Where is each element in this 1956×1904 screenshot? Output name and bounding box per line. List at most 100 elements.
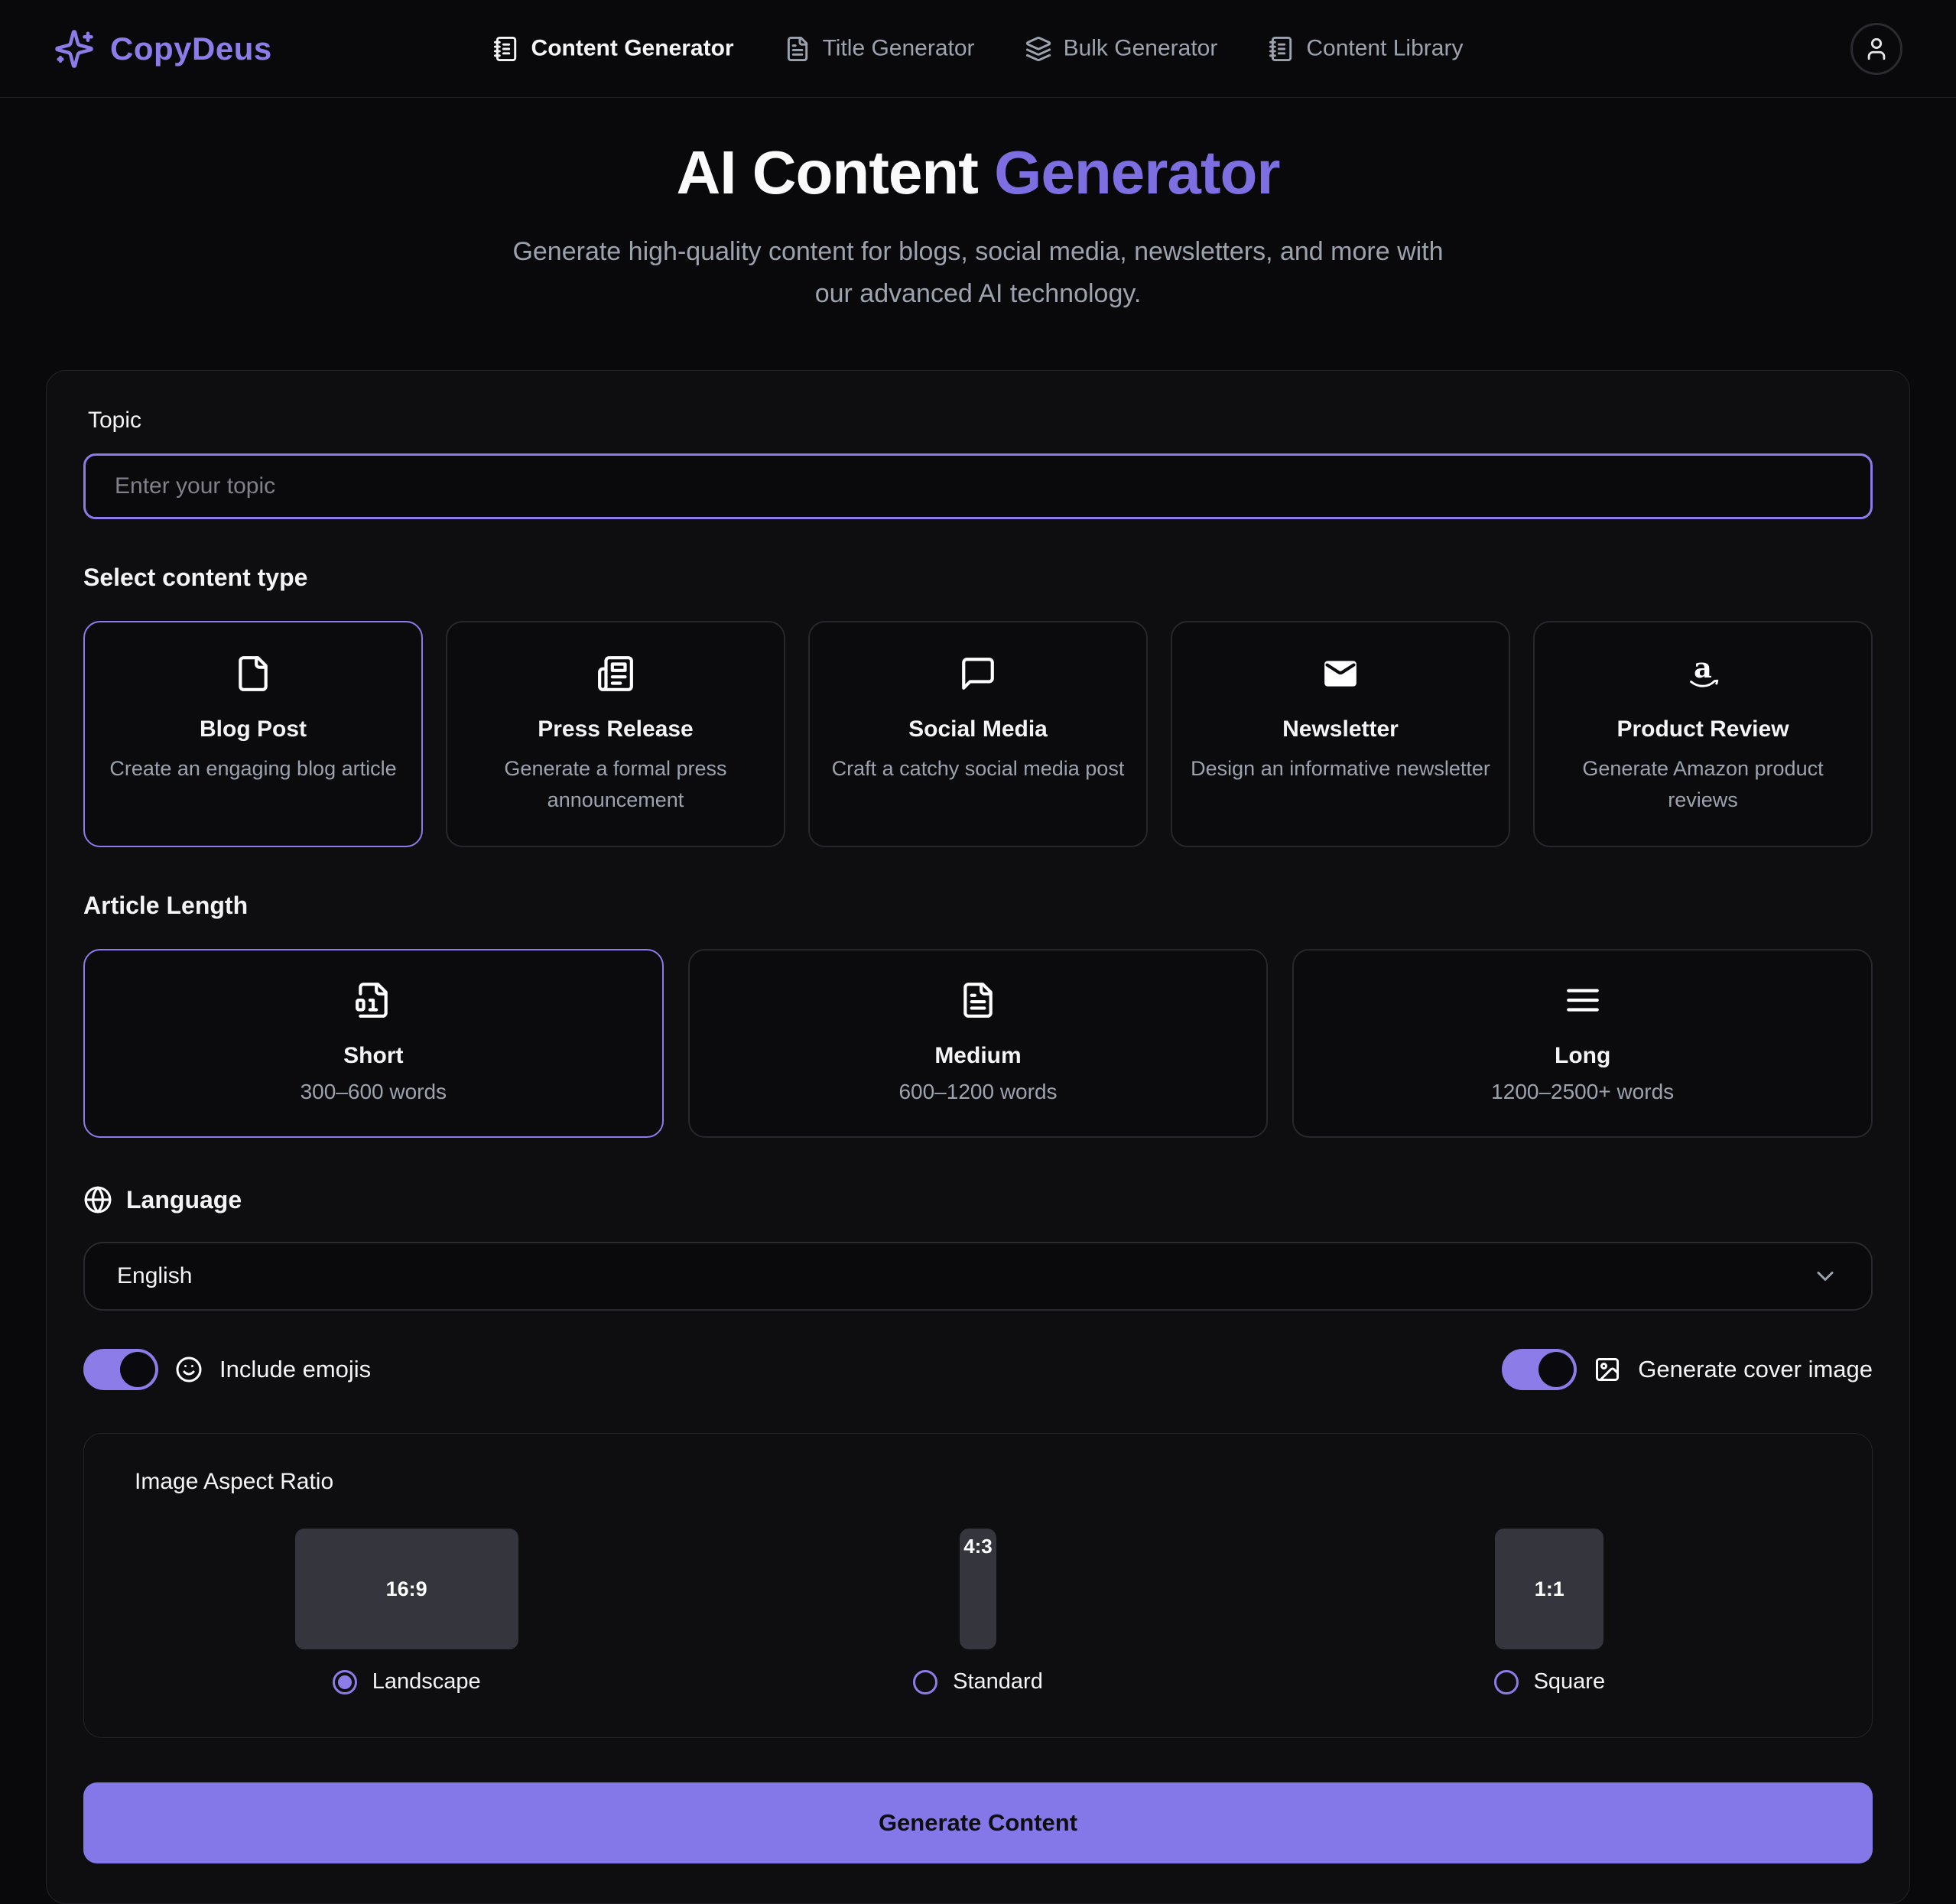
content-type-title: Social Media	[825, 716, 1131, 742]
sparkles-icon	[54, 28, 95, 70]
avatar-button[interactable]	[1850, 23, 1902, 75]
user-icon	[1863, 36, 1889, 62]
topic-label: Topic	[88, 408, 1873, 434]
language-selected-value: English	[117, 1263, 192, 1289]
aspect-radio-row-square[interactable]: Square	[1494, 1669, 1606, 1694]
aspect-option-landscape: 16:9 Landscape	[121, 1529, 692, 1694]
nav-item-content-library[interactable]: Content Library	[1268, 35, 1463, 62]
aspect-radio-row-standard[interactable]: Standard	[913, 1669, 1043, 1694]
aspect-ratio-label: Image Aspect Ratio	[135, 1469, 1835, 1495]
app-logo[interactable]: CopyDeus	[54, 28, 272, 70]
aspect-preview-16-9[interactable]: 16:9	[295, 1529, 518, 1649]
file-text-icon	[785, 35, 811, 62]
length-title: Long	[1309, 1043, 1856, 1069]
content-type-card-social-media[interactable]: Social Media Craft a catchy social media…	[808, 621, 1148, 847]
article-length-grid: Short 300–600 words Medium 600–1200 word…	[83, 949, 1873, 1138]
app-logo-text: CopyDeus	[110, 31, 272, 67]
layers-icon	[1025, 35, 1052, 62]
generator-form-panel: Topic Select content type Blog Post Crea…	[46, 370, 1910, 1904]
aspect-option-label: Square	[1534, 1669, 1606, 1694]
topic-input[interactable]	[83, 453, 1873, 519]
radio-icon[interactable]	[913, 1670, 937, 1694]
nav-item-bulk-generator[interactable]: Bulk Generator	[1025, 35, 1218, 62]
aspect-ratio-text: 1:1	[1535, 1577, 1564, 1601]
globe-icon	[83, 1185, 112, 1214]
file-digit-icon	[354, 981, 392, 1019]
aspect-option-standard: 4:3 Standard	[692, 1529, 1263, 1694]
nav-item-content-generator[interactable]: Content Generator	[493, 35, 734, 62]
length-words: 1200–2500+ words	[1309, 1080, 1856, 1104]
content-type-description: Generate Amazon product reviews	[1550, 753, 1856, 815]
aspect-ratio-grid: 16:9 Landscape 4:3 Standard 1:1	[121, 1529, 1835, 1694]
generate-cover-image-label: Generate cover image	[1638, 1356, 1873, 1383]
page-subtitle: Generate high-quality content for blogs,…	[0, 231, 1956, 315]
page-title: AI Content Generator	[0, 138, 1956, 208]
content-type-grid: Blog Post Create an engaging blog articl…	[83, 621, 1873, 847]
toggles-row: Include emojis Generate cover image	[83, 1349, 1873, 1390]
app-header: CopyDeus Content Generator Title Generat…	[0, 0, 1956, 98]
aspect-option-square: 1:1 Square	[1264, 1529, 1835, 1694]
aspect-preview-4-3[interactable]: 4:3	[960, 1529, 996, 1649]
mail-icon	[1321, 655, 1360, 693]
align-justify-icon	[1564, 981, 1602, 1019]
content-type-title: Product Review	[1550, 716, 1856, 742]
include-emojis-toggle[interactable]	[83, 1349, 158, 1390]
page-subtitle-line1: Generate high-quality content for blogs,…	[512, 237, 1443, 266]
length-card-medium[interactable]: Medium 600–1200 words	[688, 949, 1269, 1138]
length-words: 300–600 words	[100, 1080, 647, 1104]
notebook-icon	[493, 35, 520, 62]
content-type-title: Newsletter	[1188, 716, 1493, 742]
chevron-down-icon	[1811, 1262, 1839, 1290]
content-type-description: Design an informative newsletter	[1188, 753, 1493, 785]
file-icon	[234, 655, 272, 693]
hero-section: AI Content Generator Generate high-quali…	[0, 98, 1956, 315]
language-label-row: Language	[83, 1185, 1873, 1214]
radio-icon[interactable]	[333, 1670, 357, 1694]
language-select[interactable]: English	[83, 1242, 1873, 1311]
radio-icon[interactable]	[1494, 1670, 1519, 1694]
aspect-option-label: Standard	[953, 1669, 1043, 1694]
content-type-title: Press Release	[463, 716, 768, 742]
svg-text:a: a	[1694, 655, 1712, 684]
aspect-preview-1-1[interactable]: 1:1	[1495, 1529, 1603, 1649]
newspaper-icon	[596, 655, 635, 693]
content-type-description: Create an engaging blog article	[100, 753, 406, 785]
emojis-toggle-group: Include emojis	[83, 1349, 371, 1390]
aspect-radio-row-landscape[interactable]: Landscape	[333, 1669, 481, 1694]
nav-item-label: Bulk Generator	[1064, 36, 1218, 62]
content-type-description: Craft a catchy social media post	[825, 753, 1131, 785]
smile-icon	[175, 1356, 203, 1383]
content-type-card-blog-post[interactable]: Blog Post Create an engaging blog articl…	[83, 621, 423, 847]
content-type-description: Generate a formal press announcement	[463, 753, 768, 815]
content-type-card-product-review[interactable]: a Product Review Generate Amazon product…	[1533, 621, 1873, 847]
image-icon	[1594, 1356, 1621, 1383]
article-length-label: Article Length	[83, 892, 1873, 920]
notebook-icon	[1268, 35, 1295, 62]
content-type-title: Blog Post	[100, 716, 406, 742]
cover-image-toggle-group: Generate cover image	[1502, 1349, 1873, 1390]
aspect-ratio-text: 4:3	[963, 1535, 993, 1558]
length-card-short[interactable]: Short 300–600 words	[83, 949, 664, 1138]
nav-item-label: Content Library	[1306, 36, 1463, 62]
nav-item-label: Title Generator	[823, 36, 975, 62]
content-type-label: Select content type	[83, 564, 1873, 592]
file-text-icon	[959, 981, 997, 1019]
length-title: Short	[100, 1043, 647, 1069]
length-card-long[interactable]: Long 1200–2500+ words	[1292, 949, 1873, 1138]
include-emojis-label: Include emojis	[219, 1356, 371, 1383]
aspect-ratio-panel: Image Aspect Ratio 16:9 Landscape 4:3 St…	[83, 1433, 1873, 1738]
generate-content-button[interactable]: Generate Content	[83, 1782, 1873, 1863]
content-type-card-press-release[interactable]: Press Release Generate a formal press an…	[446, 621, 785, 847]
page-subtitle-line2: our advanced AI technology.	[815, 279, 1142, 308]
language-label: Language	[126, 1186, 242, 1214]
nav-item-label: Content Generator	[531, 36, 734, 62]
nav-item-title-generator[interactable]: Title Generator	[785, 35, 975, 62]
amazon-icon: a	[1684, 655, 1722, 693]
length-words: 600–1200 words	[705, 1080, 1252, 1104]
page-title-main: AI Content	[677, 138, 978, 206]
message-square-icon	[959, 655, 997, 693]
main-nav: Content Generator Title Generator Bulk G…	[493, 35, 1464, 62]
content-type-card-newsletter[interactable]: Newsletter Design an informative newslet…	[1171, 621, 1510, 847]
generate-cover-image-toggle[interactable]	[1502, 1349, 1577, 1390]
aspect-ratio-text: 16:9	[386, 1577, 427, 1601]
